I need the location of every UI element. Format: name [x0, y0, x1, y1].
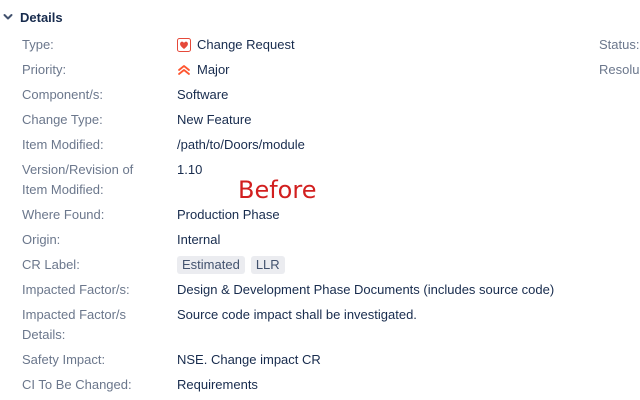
priority-text: Major: [197, 62, 230, 77]
item-modified-label: Item Modified:: [22, 137, 104, 152]
version-revision-label-line2: Item Modified:: [22, 182, 104, 197]
cr-label-label: CR Label:: [22, 257, 80, 272]
item-modified-value: /path/to/Doors/module: [177, 137, 305, 152]
component-label: Component/s:: [22, 87, 103, 102]
resolution-label: Resolu: [599, 62, 640, 77]
impacted-factors-value: Design & Development Phase Documents (in…: [177, 282, 555, 297]
version-revision-label-line1: Version/Revision of: [22, 162, 134, 177]
component-value[interactable]: Software: [177, 85, 228, 105]
priority-major-icon: [177, 63, 191, 77]
priority-value: Major: [177, 60, 230, 80]
origin-value: Internal: [177, 232, 221, 247]
ci-to-be-changed-label: CI To Be Changed:: [22, 377, 132, 392]
origin-label: Origin:: [22, 232, 61, 247]
impacted-factors-details-label: Impacted Factor/s Details:: [22, 305, 126, 345]
version-revision-label: Version/Revision of Item Modified:: [22, 160, 133, 200]
impacted-factors-details-label-line2: Details:: [22, 327, 66, 342]
tag-llr[interactable]: LLR: [250, 256, 285, 274]
change-type-label: Change Type:: [22, 112, 103, 127]
chevron-down-icon: [2, 11, 14, 23]
where-found-label: Where Found:: [22, 207, 105, 222]
safety-impact-label: Safety Impact:: [22, 352, 106, 367]
priority-label: Priority:: [22, 62, 67, 77]
section-title: Details: [20, 9, 63, 25]
type-text: Change Request: [197, 37, 295, 52]
type-label: Type:: [22, 37, 54, 52]
impacted-factors-details-value: Source code impact shall be investigated…: [177, 307, 417, 322]
ci-to-be-changed-value: Requirements: [177, 377, 258, 392]
change-request-icon: [177, 38, 191, 52]
tag-estimated[interactable]: Estimated: [177, 256, 245, 274]
impacted-factors-label: Impacted Factor/s:: [22, 282, 130, 297]
before-annotation: Before: [238, 176, 317, 204]
safety-impact-value: NSE. Change impact CR: [177, 352, 321, 367]
change-type-value: New Feature: [177, 112, 252, 127]
status-label: Status:: [599, 37, 640, 52]
details-section-toggle[interactable]: Details: [2, 7, 63, 27]
version-revision-value: 1.10: [177, 162, 203, 177]
impacted-factors-details-label-line1: Impacted Factor/s: [22, 307, 127, 322]
cr-label-tags: Estimated LLR: [177, 255, 291, 275]
type-value: Change Request: [177, 35, 295, 55]
where-found-value: Production Phase: [177, 207, 280, 222]
